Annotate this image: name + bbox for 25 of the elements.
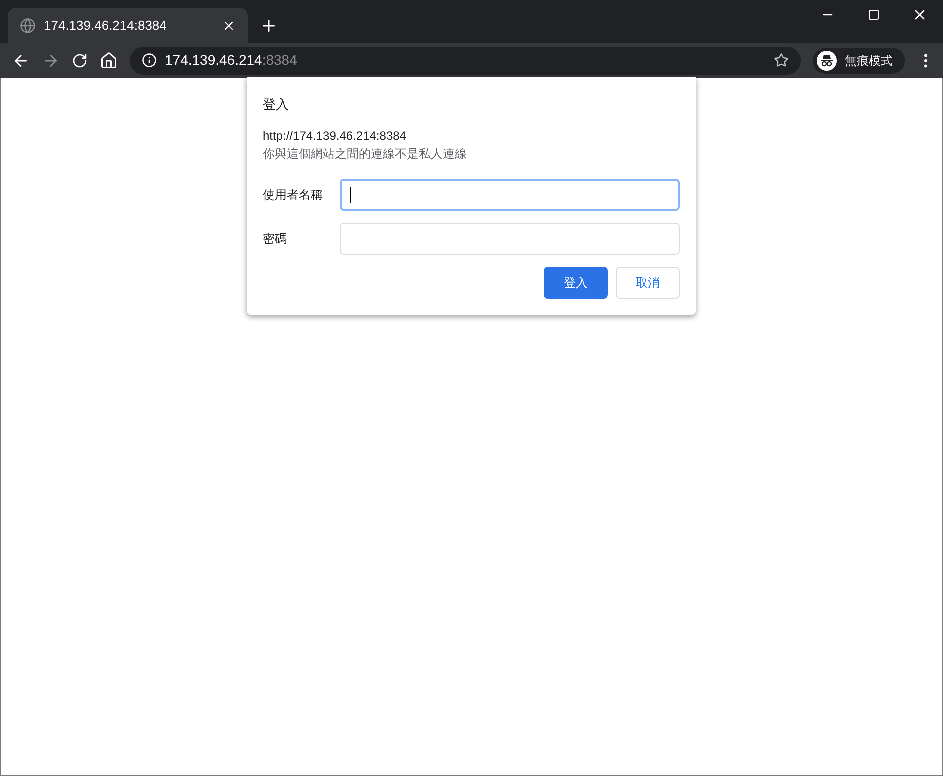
globe-icon — [20, 18, 36, 34]
bookmark-star-icon[interactable] — [774, 53, 789, 68]
reload-icon[interactable] — [72, 52, 88, 68]
text-cursor — [350, 186, 351, 202]
tab-title: 174.139.46.214:8384 — [44, 16, 168, 35]
incognito-badge[interactable]: 無痕模式 — [813, 48, 905, 74]
login-button[interactable]: 登入 — [544, 266, 608, 298]
home-icon[interactable] — [100, 52, 118, 70]
browser-tab[interactable]: 174.139.46.214:8384 — [8, 8, 248, 43]
url-host: 174.139.46.214 — [165, 51, 262, 70]
dialog-title: 登入 — [263, 96, 290, 114]
address-bar[interactable]: 174.139.46.214:8384 — [130, 46, 801, 74]
incognito-icon — [817, 50, 837, 70]
field-label: 使用者名稱 — [263, 186, 324, 204]
incognito-label: 無痕模式 — [845, 52, 893, 70]
field-label: 密碼 — [263, 230, 288, 248]
url-port: :8384 — [262, 51, 298, 70]
maximize-icon — [868, 9, 880, 21]
info-icon — [142, 53, 157, 68]
connection-warning: 你與這個網站之間的連線不是私人連線 — [263, 146, 468, 162]
new-tab-icon[interactable] — [260, 17, 278, 35]
input-field[interactable] — [340, 222, 680, 254]
site-origin: http://174.139.46.214:8384 — [263, 128, 408, 144]
input-field[interactable] — [340, 178, 680, 210]
cancel-button[interactable]: 取消 — [616, 266, 680, 298]
